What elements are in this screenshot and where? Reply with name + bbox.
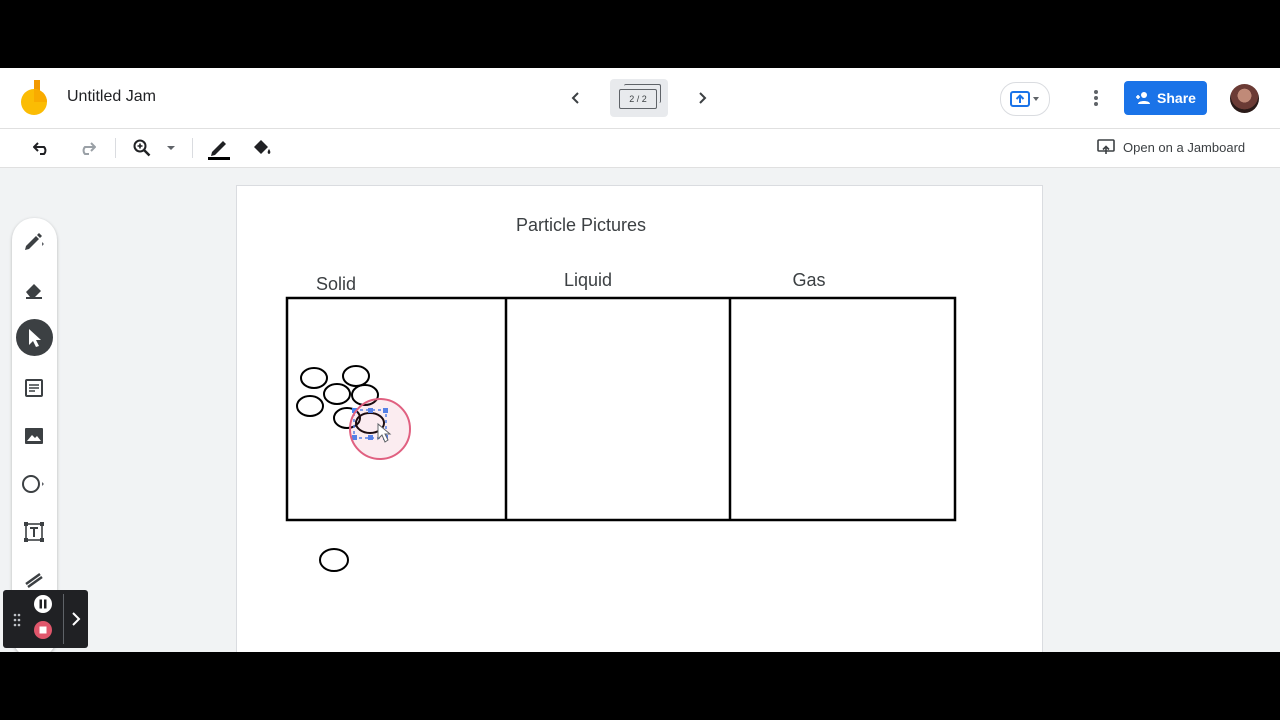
sticky-note-icon: [25, 379, 43, 397]
particle-circle[interactable]: [323, 383, 351, 405]
share-button[interactable]: Share: [1124, 81, 1207, 115]
column-label-liquid[interactable]: Liquid: [564, 270, 612, 290]
zoom-button[interactable]: [130, 136, 154, 160]
pen-icon: [208, 141, 230, 160]
jamboard-app: Untitled Jam 2 / 2 Share Open on a Jambo…: [0, 68, 1280, 652]
previous-frame-button[interactable]: [562, 84, 590, 112]
canvas-title[interactable]: Particle Pictures: [516, 215, 646, 235]
toolbar-divider: [192, 138, 193, 158]
open-on-jamboard-button[interactable]: Open on a Jamboard: [1097, 139, 1245, 155]
recorder-divider: [63, 594, 64, 644]
chevron-right-icon: [699, 92, 707, 104]
jam-canvas[interactable]: Particle Pictures Solid Liquid Gas: [236, 185, 1043, 652]
select-tool-button[interactable]: [16, 319, 53, 356]
column-label-solid[interactable]: Solid: [316, 274, 356, 294]
app-header: Untitled Jam 2 / 2 Share: [0, 68, 1280, 129]
pen-tool-icon: [25, 233, 44, 250]
open-on-jamboard-label: Open on a Jamboard: [1123, 139, 1246, 155]
text-box-icon: [24, 522, 44, 542]
frame-counter: 2 / 2: [619, 89, 657, 109]
circle-shape-icon: [22, 475, 44, 493]
particle-circle[interactable]: [300, 367, 328, 389]
chevron-left-icon: [571, 92, 579, 104]
chevron-right-icon[interactable]: [70, 612, 82, 626]
shape-tool-button[interactable]: [14, 464, 54, 504]
canvas-drawing: Particle Pictures Solid Liquid Gas: [285, 215, 957, 572]
particle-circle[interactable]: [342, 365, 370, 387]
redo-button[interactable]: [75, 136, 99, 160]
column-label-gas[interactable]: Gas: [792, 270, 825, 290]
particle-circle[interactable]: [296, 395, 324, 417]
select-cursor-icon: [28, 328, 41, 347]
jamboard-logo-icon[interactable]: [20, 80, 48, 116]
undo-icon: [33, 142, 47, 155]
image-tool-button[interactable]: [14, 416, 54, 456]
pen-tool-button[interactable]: [14, 221, 54, 261]
fill-color-button[interactable]: [250, 136, 274, 160]
eraser-tool-button[interactable]: [14, 270, 54, 310]
eraser-icon: [26, 284, 42, 299]
zoom-dropdown-button[interactable]: [162, 136, 180, 160]
next-frame-button[interactable]: [688, 84, 716, 112]
laser-icon: [25, 572, 43, 589]
frame-bar-button[interactable]: 2 / 2: [610, 79, 668, 117]
person-add-icon: [1136, 92, 1151, 104]
sticky-note-tool-button[interactable]: [14, 368, 54, 408]
more-vert-icon: [1094, 90, 1098, 106]
present-icon: [1010, 91, 1039, 107]
share-label: Share: [1157, 90, 1196, 106]
fill-bucket-icon: [254, 140, 271, 154]
main-toolbar: Open on a Jamboard: [0, 129, 1280, 168]
pause-recording-icon[interactable]: [33, 594, 53, 614]
avatar[interactable]: [1230, 84, 1259, 113]
redo-icon: [82, 142, 96, 155]
pen-color-button[interactable]: [207, 136, 231, 160]
zoom-in-icon: [133, 139, 151, 157]
tool-sidebar: [12, 218, 57, 652]
drag-handle-icon[interactable]: [13, 613, 21, 627]
stop-recording-icon[interactable]: [33, 620, 53, 640]
cast-screen-icon: [1097, 139, 1115, 154]
text-box-tool-button[interactable]: [14, 512, 54, 552]
toolbar-divider: [115, 138, 116, 158]
image-icon: [25, 428, 43, 444]
present-button[interactable]: [1000, 82, 1050, 116]
document-title[interactable]: Untitled Jam: [67, 88, 156, 106]
more-options-button[interactable]: [1084, 86, 1108, 110]
screen-recorder-widget: [3, 590, 88, 648]
particle-circle[interactable]: [319, 548, 349, 572]
undo-button[interactable]: [30, 136, 54, 160]
chevron-down-icon: [167, 146, 175, 150]
